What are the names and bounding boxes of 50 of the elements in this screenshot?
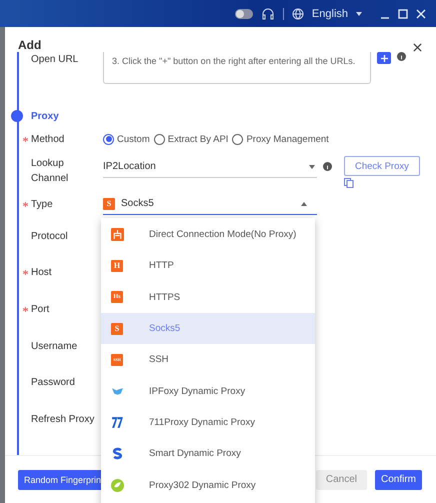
copy-icon[interactable] [344, 178, 354, 188]
field-label: Open URL [31, 53, 78, 67]
logo-icon [111, 416, 124, 429]
info-icon [323, 162, 332, 171]
caret-icon [356, 12, 362, 16]
info-icon [397, 52, 406, 61]
step-label: Proxy [31, 110, 59, 122]
check-proxy-button[interactable]: Check Proxy [344, 156, 420, 176]
required-mark-icon [23, 136, 28, 142]
type-select[interactable]: S Socks5 [103, 193, 317, 215]
dropdown-option[interactable]: Direct Connection Mode(No Proxy) [101, 219, 315, 250]
toggle-switch[interactable] [234, 8, 253, 18]
radio-option[interactable]: Extract By API [154, 134, 228, 144]
field-label: Method [31, 132, 64, 146]
confirm-button[interactable]: Confirm [374, 470, 422, 490]
plus-icon [380, 54, 388, 62]
field-label: Refresh Proxy [31, 412, 94, 427]
dropdown-option[interactable]: Smart Dynamic Proxy [101, 438, 315, 470]
field-label: Password [31, 376, 75, 390]
logo-icon [111, 447, 124, 460]
language-selector[interactable]: English [312, 8, 348, 20]
headset-icon[interactable] [260, 8, 275, 20]
caret-icon [301, 202, 307, 206]
dropdown-option[interactable]: H HTTP [101, 250, 315, 282]
field-label: Type [31, 198, 53, 212]
field-label: Protocol [31, 230, 68, 244]
dropdown-option[interactable]: 711Proxy Dynamic Proxy [101, 406, 315, 438]
badge-icon: H [111, 260, 123, 272]
globe-icon[interactable] [292, 8, 304, 20]
field-label: Lookup Channel [31, 157, 70, 186]
field-label: Port [31, 302, 50, 317]
add-button[interactable] [377, 52, 391, 64]
radio-option[interactable]: Custom [103, 134, 150, 144]
field-label: Host [31, 266, 52, 280]
close-icon[interactable] [413, 43, 422, 52]
required-mark-icon [23, 306, 28, 312]
caret-icon [309, 164, 315, 168]
maximize-icon[interactable] [398, 8, 408, 18]
dropdown-option[interactable]: Proxy302 Dynamic Proxy [101, 469, 315, 501]
building-icon [111, 228, 124, 242]
dropdown-option[interactable]: IPFoxy Dynamic Proxy [101, 375, 315, 407]
required-mark-icon [23, 202, 28, 206]
required-mark-icon [23, 270, 28, 276]
radio-option[interactable]: Proxy Management [232, 134, 329, 144]
lookup-select[interactable]: IP2Location [103, 156, 317, 178]
field-label: Username [31, 340, 78, 354]
url-textarea[interactable]: 3. Click the "+" button on the right after entering all the URLs. [103, 52, 371, 84]
badge-icon: S [111, 322, 123, 335]
dialog-title: Add [18, 38, 42, 52]
leaf-icon [111, 478, 124, 492]
